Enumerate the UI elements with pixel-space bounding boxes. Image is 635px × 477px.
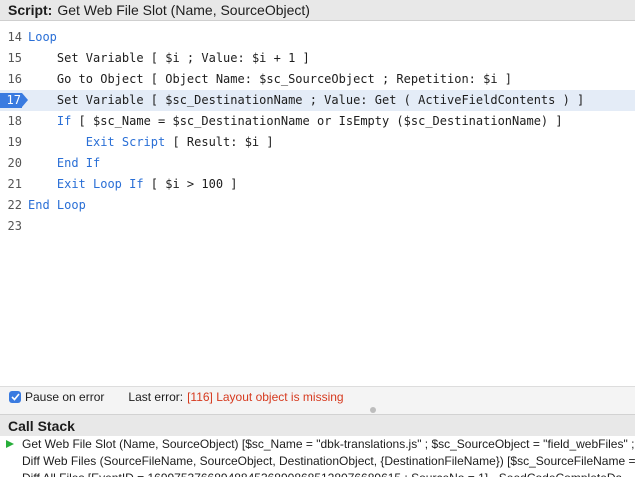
script-text: Set Variable [ $i ; Value: $i + 1 ]	[56, 51, 310, 65]
call-stack-list[interactable]: Get Web File Slot (Name, SourceObject) […	[0, 436, 635, 477]
script-title: Get Web File Slot (Name, SourceObject)	[57, 2, 310, 18]
script-line[interactable]: 15 Set Variable [ $i ; Value: $i + 1 ]	[0, 48, 635, 69]
current-line-marker-icon[interactable]: 17	[0, 93, 28, 108]
pause-on-error-checkbox[interactable]	[9, 390, 21, 403]
script-editor[interactable]: 14 Loop 15 Set Variable [ $i ; Value: $i + …	[0, 22, 635, 386]
script-step[interactable]: End Loop	[28, 195, 86, 216]
debug-status-bar: Pause on error Last error: [116] Layout …	[0, 386, 635, 406]
checkmark-icon	[10, 392, 20, 401]
script-step[interactable]: Go to Object [ Object Name: $sc_SourceOb…	[57, 69, 512, 90]
script-keyword: End If	[56, 156, 101, 170]
script-step[interactable]: If [ $sc_Name = $sc_DestinationName or I…	[57, 111, 563, 132]
script-text: Set Variable [ $sc_DestinationName ; Val…	[56, 93, 585, 107]
current-frame-arrow-icon	[6, 440, 14, 448]
line-number[interactable]: 16	[0, 69, 22, 90]
call-stack-title: Call Stack	[8, 417, 75, 434]
script-line[interactable]: 14 Loop	[0, 27, 635, 48]
script-step[interactable]: Exit Loop If [ $i > 100 ]	[57, 174, 238, 195]
script-keyword: Exit Script	[85, 135, 166, 149]
script-line[interactable]: 16 Go to Object [ Object Name: $sc_Source…	[0, 69, 635, 90]
script-text: Go to Object [ Object Name: $sc_SourceOb…	[56, 72, 513, 86]
script-line[interactable]: 23	[0, 216, 635, 237]
call-stack-entry: Diff All Files [EventID = 16997537668948…	[22, 470, 622, 477]
script-line[interactable]: 21 Exit Loop If [ $i > 100 ]	[0, 174, 635, 195]
call-stack-row[interactable]: Diff All Files [EventID = 16997537668948…	[0, 470, 635, 477]
line-number[interactable]: 14	[0, 27, 22, 48]
line-number[interactable]: 19	[0, 132, 22, 153]
call-stack-entry: Diff Web Files (SourceFileName, SourceOb…	[22, 454, 635, 468]
line-number[interactable]: 21	[0, 174, 22, 195]
script-keyword: Exit Loop If	[56, 177, 144, 191]
script-keyword: Loop	[28, 30, 57, 44]
title-prefix: Script:	[8, 2, 53, 18]
line-number[interactable]: 18	[0, 111, 22, 132]
last-error-label: Last error:	[128, 389, 184, 404]
script-text: [ Result: $i ]	[165, 135, 274, 149]
script-line[interactable]: 19 Exit Script [ Result: $i ]	[0, 132, 635, 153]
call-stack-row[interactable]: Get Web File Slot (Name, SourceObject) […	[0, 436, 635, 453]
script-line[interactable]: 20 End If	[0, 153, 635, 174]
script-step[interactable]: Exit Script [ Result: $i ]	[86, 132, 274, 153]
last-error-value: [116] Layout object is missing	[187, 389, 344, 404]
script-step[interactable]: Set Variable [ $sc_DestinationName ; Val…	[57, 90, 584, 111]
script-line[interactable]: 17 Set Variable [ $sc_DestinationName ; V…	[0, 90, 635, 111]
script-line[interactable]: 18 If [ $sc_Name = $sc_DestinationName or…	[0, 111, 635, 132]
line-number[interactable]: 23	[0, 216, 22, 237]
script-line[interactable]: 22 End Loop	[0, 195, 635, 216]
call-stack-header: Call Stack	[0, 414, 635, 436]
window-title-bar: Script: Get Web File Slot (Name, SourceO…	[0, 0, 635, 21]
line-number[interactable]: 22	[0, 195, 22, 216]
call-stack-row[interactable]: Diff Web Files (SourceFileName, SourceOb…	[0, 453, 635, 470]
script-keyword: If	[56, 114, 72, 128]
line-number[interactable]: 20	[0, 153, 22, 174]
script-step[interactable]: Set Variable [ $i ; Value: $i + 1 ]	[57, 48, 310, 69]
script-step[interactable]: Loop	[28, 27, 57, 48]
script-step[interactable]: End If	[57, 153, 100, 174]
script-text: [ $i > 100 ]	[143, 177, 238, 191]
script-text: [ $sc_Name = $sc_DestinationName or IsEm…	[71, 114, 563, 128]
line-number[interactable]: 15	[0, 48, 22, 69]
call-stack-entry: Get Web File Slot (Name, SourceObject) […	[22, 437, 635, 451]
script-keyword: End Loop	[28, 198, 86, 212]
splitter-handle-icon[interactable]	[370, 407, 376, 413]
pane-splitter[interactable]	[0, 406, 635, 414]
pause-on-error-label[interactable]: Pause on error	[25, 390, 104, 404]
